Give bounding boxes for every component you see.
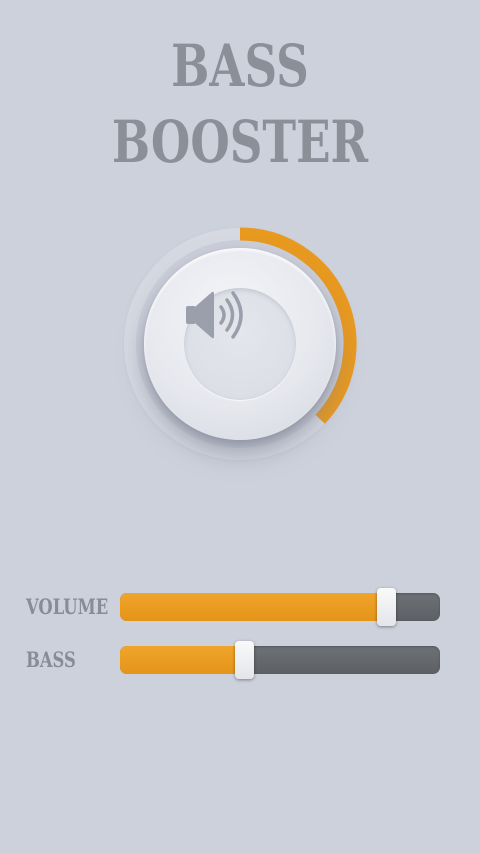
app-title: BASS BOOSTER (111, 32, 369, 176)
bass-knob[interactable] (120, 224, 360, 464)
bass-slider-row: BASS (0, 641, 480, 679)
bass-slider-fill (120, 646, 245, 674)
knob-face[interactable] (144, 248, 336, 440)
volume-slider-track[interactable] (120, 588, 440, 626)
bass-slider-track[interactable] (120, 641, 440, 679)
bass-slider-thumb[interactable] (235, 641, 254, 679)
volume-slider-thumb[interactable] (377, 588, 396, 626)
volume-slider-fill (120, 593, 387, 621)
volume-slider-row: VOLUME (0, 588, 480, 626)
knob-center (184, 288, 296, 400)
bass-label: BASS (26, 647, 76, 672)
volume-label: VOLUME (26, 594, 109, 619)
speaker-volume-icon (186, 291, 243, 339)
